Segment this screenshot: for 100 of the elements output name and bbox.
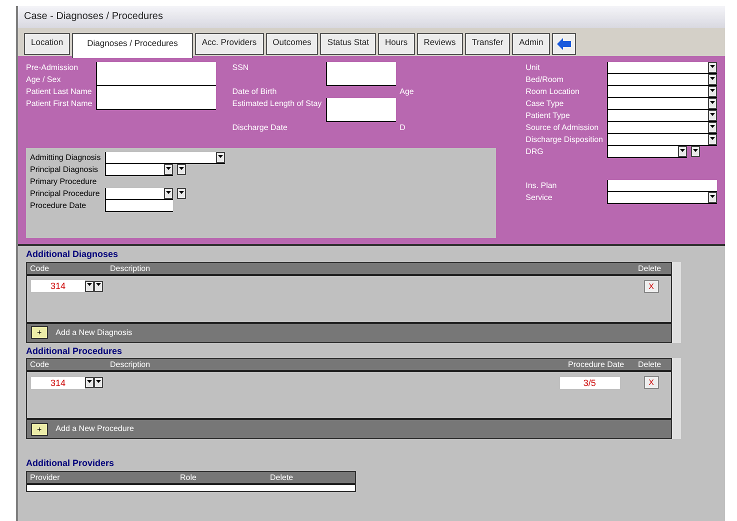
caret-icon	[710, 88, 715, 93]
caret-icon	[710, 124, 715, 129]
caret-icon	[178, 166, 184, 171]
combo-box[interactable]	[607, 86, 717, 98]
column-header: Role	[180, 472, 198, 482]
add-button[interactable]: +	[31, 422, 48, 436]
field-label: Procedure Date	[30, 200, 88, 212]
tab[interactable]: Outcomes	[266, 33, 318, 55]
caret-icon	[693, 148, 698, 153]
field-label: Estimated Length of Stay	[232, 98, 322, 110]
delete-button[interactable]: X	[644, 376, 659, 389]
field-label: Principal Diagnosis	[30, 164, 100, 176]
back-button[interactable]	[552, 33, 576, 55]
section-title: Additional Providers	[25, 457, 116, 470]
field-label: Primary Procedure	[30, 176, 98, 188]
field-label: Pre-Admission	[26, 62, 80, 74]
field-label: Patient Last Name	[26, 86, 92, 98]
tab[interactable]: Transfer	[464, 33, 510, 55]
tab[interactable]: Location	[24, 33, 70, 55]
delete-button[interactable]: X	[644, 280, 659, 292]
input-field[interactable]	[96, 62, 216, 86]
column-header: Description	[110, 262, 152, 274]
field-label: D	[400, 122, 406, 134]
combo-box[interactable]	[104, 152, 225, 164]
dropdown-button[interactable]	[708, 134, 717, 145]
arrow-left-icon	[557, 38, 572, 50]
caret-icon	[710, 194, 715, 199]
dropdown-button[interactable]	[85, 377, 94, 388]
field-label: Principal Procedure	[30, 188, 101, 200]
field-label: Discharge Date	[232, 122, 288, 134]
column-header: Description	[110, 359, 152, 370]
caret-icon	[710, 76, 715, 81]
dropdown-button[interactable]	[164, 164, 173, 175]
dropdown-button[interactable]	[678, 146, 687, 157]
field-label: Admitting Diagnosis	[30, 152, 101, 164]
column-header: Code	[30, 262, 50, 274]
dropdown-button[interactable]	[708, 110, 717, 121]
code-field[interactable]: 314	[31, 280, 85, 292]
lookup-button[interactable]	[691, 146, 700, 157]
add-label: Add a New Procedure	[56, 423, 134, 435]
caret-icon	[680, 148, 685, 153]
column-header: Provider	[30, 472, 61, 482]
field-label: Bed/Room	[526, 74, 564, 86]
dropdown-button[interactable]	[164, 188, 173, 199]
input-field[interactable]	[607, 180, 717, 192]
dropdown-button[interactable]	[708, 74, 717, 85]
lookup-button[interactable]	[94, 280, 103, 292]
add-button[interactable]: +	[31, 326, 48, 339]
dropdown-button[interactable]	[708, 122, 717, 133]
combo-box[interactable]	[607, 62, 717, 74]
combo-box[interactable]	[607, 192, 717, 204]
code-field[interactable]: 314	[31, 376, 85, 388]
column-header: Delete	[638, 359, 662, 370]
combo-box[interactable]	[607, 110, 717, 122]
dropdown-button[interactable]	[708, 192, 717, 203]
combo-box[interactable]	[607, 134, 717, 146]
input-field[interactable]	[104, 200, 173, 212]
field-label: Unit	[526, 62, 541, 74]
section-title: Additional Diagnoses	[25, 248, 120, 261]
field-label: Age / Sex	[26, 74, 62, 86]
dropdown-button[interactable]	[216, 152, 225, 163]
input-field[interactable]	[326, 62, 396, 86]
combo-box[interactable]	[104, 188, 173, 200]
lookup-button[interactable]	[176, 188, 186, 199]
field-label: Ins. Plan	[526, 180, 558, 192]
combo-box[interactable]	[607, 74, 717, 86]
field-label: Room Location	[526, 86, 580, 98]
field-label: Patient Type	[526, 110, 571, 122]
date-field[interactable]: 3/5	[560, 376, 620, 388]
combo-box[interactable]	[104, 164, 173, 176]
tab[interactable]: Diagnoses / Procedures	[72, 33, 193, 58]
column-header: Delete	[638, 262, 662, 274]
field-label: Case Type	[526, 98, 565, 110]
combo-box[interactable]	[607, 146, 687, 158]
tab[interactable]: Reviews	[416, 33, 463, 55]
input-field[interactable]	[326, 98, 396, 122]
caret-icon	[710, 136, 715, 141]
dropdown-button[interactable]	[708, 86, 717, 97]
input-field[interactable]	[96, 86, 216, 110]
tab[interactable]: Hours	[378, 33, 415, 55]
field-label: SSN	[232, 62, 250, 74]
caret-icon	[710, 64, 715, 69]
field-label: Service	[526, 192, 554, 204]
lookup-button[interactable]	[94, 377, 103, 388]
caret-icon	[166, 166, 171, 171]
combo-box[interactable]	[607, 98, 717, 110]
add-label: Add a New Diagnosis	[56, 326, 132, 338]
lookup-button[interactable]	[176, 164, 186, 175]
dropdown-button[interactable]	[708, 98, 717, 109]
tab[interactable]: Acc. Providers	[194, 33, 264, 55]
tab[interactable]: Admin	[512, 33, 550, 55]
section-title: Additional Procedures	[25, 344, 124, 358]
combo-box[interactable]	[607, 122, 717, 134]
dropdown-button[interactable]	[85, 280, 94, 292]
dropdown-button[interactable]	[708, 62, 717, 73]
column-header: Procedure Date	[568, 359, 626, 370]
caret-icon	[710, 112, 715, 117]
field-label: Age	[400, 86, 414, 98]
tab[interactable]: Status Stat	[320, 33, 376, 55]
caret-icon	[178, 190, 184, 195]
